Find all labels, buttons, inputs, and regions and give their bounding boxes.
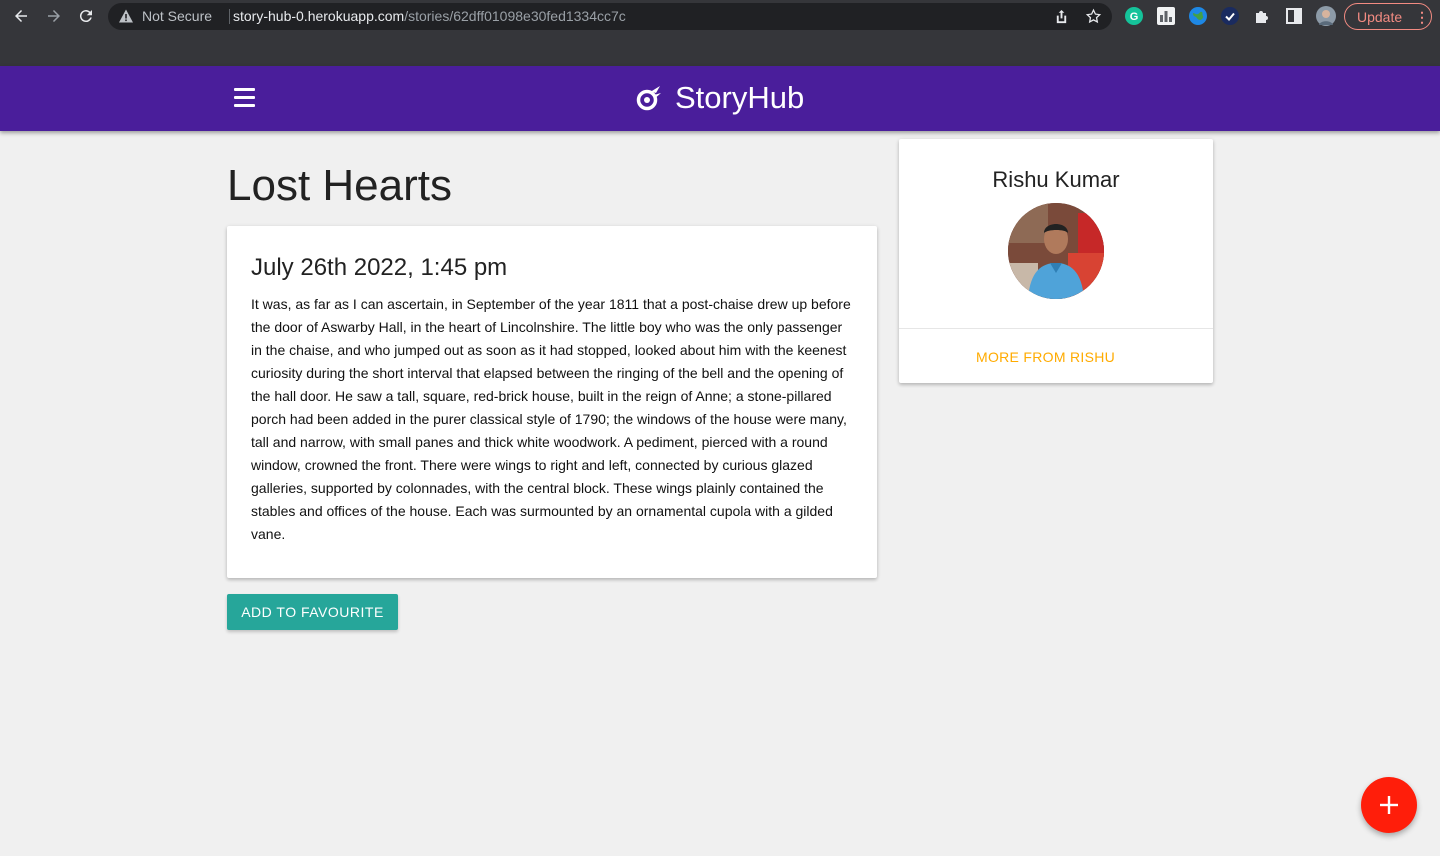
add-to-favourite-button[interactable]: ADD TO FAVOURITE bbox=[227, 594, 398, 630]
svg-text:G: G bbox=[1130, 11, 1139, 23]
brand-logo[interactable]: StoryHub bbox=[634, 80, 804, 116]
author-card: Rishu Kumar MORE FROM RISHU bbox=[899, 139, 1213, 383]
add-story-fab[interactable] bbox=[1361, 777, 1417, 833]
checkmark-extension-icon[interactable] bbox=[1221, 7, 1239, 25]
app-navbar: StoryHub bbox=[0, 66, 1440, 131]
profile-avatar-icon[interactable] bbox=[1316, 6, 1336, 26]
omnibox-divider bbox=[229, 9, 230, 24]
comet-icon bbox=[636, 86, 661, 111]
author-avatar bbox=[1008, 203, 1104, 299]
url-host: story-hub-0.herokuapp.com bbox=[233, 8, 405, 24]
update-label: Update bbox=[1357, 9, 1403, 25]
back-icon[interactable] bbox=[9, 4, 33, 28]
story-body: It was, as far as I can ascertain, in Se… bbox=[251, 296, 851, 542]
url-path: /stories/62dff01098e30fed1334cc7c bbox=[404, 8, 626, 24]
extensions-puzzle-icon[interactable] bbox=[1253, 7, 1271, 25]
browser-update-button[interactable]: Update ⋮ bbox=[1344, 3, 1432, 30]
grammarly-extension-icon[interactable]: G bbox=[1125, 7, 1143, 25]
plus-icon bbox=[1380, 796, 1398, 814]
bookmark-star-icon[interactable] bbox=[1085, 8, 1102, 25]
story-date: July 26th 2022, 1:45 pm bbox=[251, 254, 508, 281]
story-title: Lost Hearts bbox=[227, 161, 452, 210]
analytics-extension-icon[interactable] bbox=[1157, 7, 1175, 25]
globe-extension-icon[interactable] bbox=[1189, 7, 1207, 25]
url-text[interactable]: story-hub-0.herokuapp.com/stories/62dff0… bbox=[233, 8, 626, 25]
browser-toolbar: Not Secure story-hub-0.herokuapp.com/sto… bbox=[0, 0, 1440, 33]
forward-icon[interactable] bbox=[42, 4, 66, 28]
security-label[interactable]: Not Secure bbox=[142, 8, 212, 25]
address-bar[interactable]: Not Secure story-hub-0.herokuapp.com/sto… bbox=[108, 3, 1112, 30]
story-card: July 26th 2022, 1:45 pm It was, as far a… bbox=[227, 226, 877, 578]
sidepanel-icon[interactable] bbox=[1285, 7, 1303, 25]
share-icon[interactable] bbox=[1054, 9, 1069, 24]
author-card-divider bbox=[899, 328, 1213, 329]
warning-icon bbox=[119, 9, 133, 23]
hamburger-menu-icon[interactable] bbox=[232, 88, 256, 108]
author-name: Rishu Kumar bbox=[992, 167, 1120, 192]
reload-icon[interactable] bbox=[74, 4, 98, 28]
brand-name: StoryHub bbox=[675, 80, 805, 115]
browser-chrome: Not Secure story-hub-0.herokuapp.com/sto… bbox=[0, 0, 1440, 66]
more-from-author-link[interactable]: MORE FROM RISHU bbox=[976, 348, 1115, 366]
more-options-icon: ⋮ bbox=[1415, 9, 1429, 25]
